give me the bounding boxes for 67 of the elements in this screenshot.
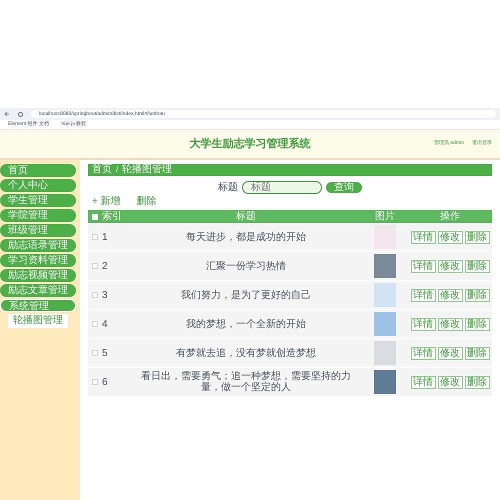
sidebar-item[interactable]: 励志文章管理 [0,284,76,297]
delete-button[interactable]: 删除 [464,318,490,330]
column-header: 操作 [439,210,461,224]
title-cell-text: 每天进步，都是成功的开始 [185,232,307,242]
sidebar-item[interactable]: 学习资料管理 [0,254,76,267]
breadcrumb-link[interactable]: 首页 [92,164,112,176]
photo-placeholder [374,341,396,365]
sidebar-item[interactable]: 班级管理 [0,224,76,237]
sidebar-item[interactable]: 个人中心 [0,179,76,192]
sidebar-item[interactable]: 系统管理 [0,299,76,312]
search-label: 标题 [218,180,238,194]
sidebar-item[interactable]: 首页 [0,164,76,177]
row-checkbox[interactable] [92,234,98,240]
detail-button[interactable]: 详情 [410,318,436,330]
search-field[interactable]: 标题 [242,180,322,194]
index-cell-text: 4 [102,318,109,332]
breadcrumb-separator: / [116,164,118,176]
index-cell-text: 3 [102,288,109,302]
detail-button[interactable]: 详情 [410,288,436,302]
add-button[interactable]: + 新增 [88,196,125,208]
select-all-checkbox[interactable] [92,214,98,220]
sidebar-item[interactable]: 励志语录管理 [0,239,76,252]
detail-button[interactable]: 详情 [410,260,436,272]
sidebar-item[interactable]: 励志视频管理 [0,269,76,282]
system-title: 大学生励志学习管理系统 [190,136,310,152]
delete-button[interactable]: 删除 [132,196,161,208]
delete-button[interactable]: 删除 [464,346,490,360]
edit-button[interactable]: 修改 [438,346,462,360]
detail-button[interactable]: 详情 [410,346,436,360]
photo-placeholder [374,370,396,394]
column-header: 索引 [102,210,123,224]
title-cell-text: 看日出，需要勇气；追一种梦想，需要坚持的力量，做一个坚定的人 [140,371,352,393]
edit-button[interactable]: 修改 [438,288,462,302]
title-cell-text: 汇聚一份学习热情 [205,260,287,272]
delete-button[interactable]: 删除 [464,260,490,272]
edit-button[interactable]: 修改 [438,318,462,330]
edit-button[interactable]: 修改 [438,230,462,244]
row-checkbox[interactable] [92,350,98,356]
detail-button[interactable]: 详情 [410,230,436,244]
index-cell-text: 2 [102,260,109,274]
title-cell-text: 我们努力，是为了更好的自己 [180,290,312,300]
edit-button[interactable]: 修改 [438,376,462,388]
edit-button[interactable]: 修改 [438,260,462,272]
title-cell-text: 有梦就去追，没有梦就创造梦想 [175,348,317,358]
column-header: 标题 [235,210,257,224]
row-checkbox[interactable] [92,292,98,298]
back-icon[interactable] [4,111,10,117]
search-button[interactable]: 查询 [326,182,362,192]
row-checkbox[interactable] [92,379,98,385]
column-header: 图片 [374,210,396,224]
index-cell-text: 6 [102,376,109,390]
index-cell-text: 1 [102,230,109,244]
delete-button[interactable]: 删除 [464,376,490,388]
detail-button[interactable]: 详情 [410,376,436,388]
photo-placeholder [374,283,396,307]
index-cell-text: 5 [102,346,109,360]
sidebar-item[interactable]: 学院管理 [0,209,76,222]
delete-button[interactable]: 删除 [464,288,490,302]
photo-placeholder [374,254,396,278]
sidebar-item[interactable]: 学生管理 [0,194,76,207]
title-cell-text: 我的梦想，一个全新的开始 [185,318,307,330]
delete-button[interactable]: 删除 [464,230,490,244]
photo-placeholder [374,312,396,336]
row-checkbox[interactable] [92,263,98,269]
submenu-item[interactable]: 轮播图管理 [8,314,68,328]
row-checkbox[interactable] [92,321,98,327]
breadcrumb-link[interactable]: 轮播图管理 [122,164,172,176]
